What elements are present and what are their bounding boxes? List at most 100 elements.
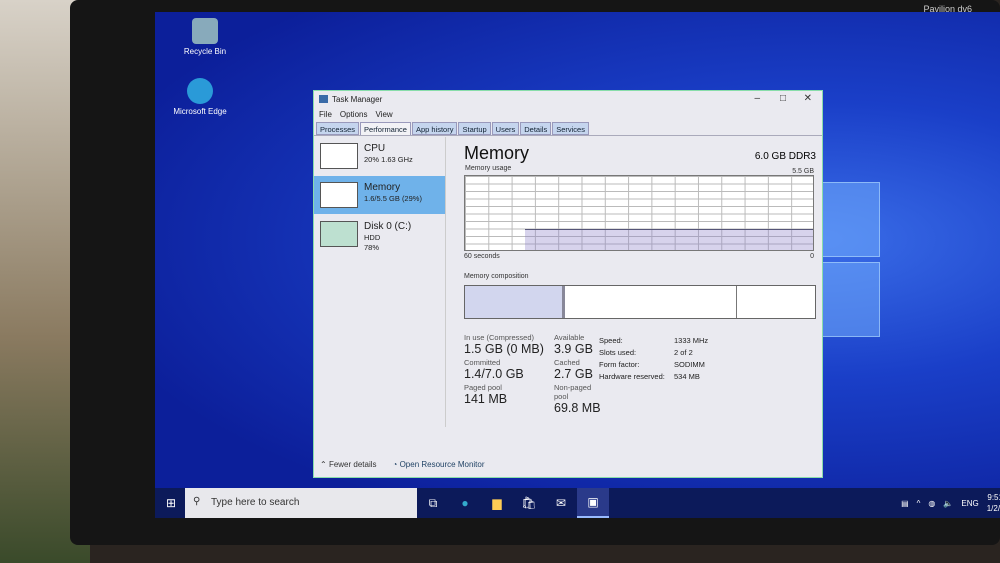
standby-segment bbox=[565, 286, 737, 318]
graph-min: 0 bbox=[810, 253, 814, 260]
window-title: Task Manager bbox=[332, 95, 383, 104]
in-use-segment bbox=[465, 286, 565, 318]
recycle-bin-icon[interactable]: Recycle Bin bbox=[175, 18, 235, 56]
tab-bar: Processes Performance App history Startu… bbox=[314, 122, 822, 136]
tab-app-history[interactable]: App history bbox=[411, 122, 458, 135]
item-name: Memory bbox=[364, 182, 401, 193]
edge-icon[interactable]: Microsoft Edge bbox=[170, 78, 230, 116]
volume-icon[interactable]: 🔈 bbox=[943, 499, 953, 508]
maximize-button[interactable]: □ bbox=[780, 93, 786, 104]
search-box[interactable]: ⚲ Type here to search bbox=[185, 488, 417, 518]
menu-file[interactable]: File bbox=[319, 110, 332, 119]
stat-value: 69.8 MB bbox=[554, 401, 601, 415]
language-indicator[interactable]: ENG bbox=[961, 499, 978, 508]
menu-options[interactable]: Options bbox=[340, 110, 368, 119]
task-manager-taskbar-icon[interactable]: ▣ bbox=[577, 488, 609, 518]
stat-value: 3.9 GB bbox=[554, 342, 593, 356]
prop-value: 2 of 2 bbox=[674, 348, 693, 357]
resource-monitor-label: Open Resource Monitor bbox=[399, 460, 485, 469]
edge-taskbar-icon[interactable]: ● bbox=[449, 488, 481, 518]
mail-icon[interactable]: ✉ bbox=[545, 488, 577, 518]
chevron-up-icon[interactable]: ^ bbox=[917, 499, 921, 508]
sidebar-item-disk[interactable]: Disk 0 (C:) HDD 78% bbox=[314, 215, 445, 253]
start-button[interactable]: ⊞ bbox=[155, 488, 187, 518]
prop-value: 1333 MHz bbox=[674, 336, 709, 345]
tab-processes[interactable]: Processes bbox=[316, 122, 360, 135]
free-segment bbox=[737, 286, 815, 318]
memory-thumbnail-graph bbox=[320, 182, 358, 208]
news-icon[interactable]: ▤ bbox=[901, 499, 909, 508]
prop-value: SODIMM bbox=[674, 360, 705, 369]
stat-value: 1.4/7.0 GB bbox=[464, 367, 524, 381]
minimize-button[interactable]: – bbox=[754, 93, 760, 104]
disk-thumbnail-graph bbox=[320, 221, 358, 247]
prop-label: Slots used: bbox=[599, 348, 637, 357]
tab-details[interactable]: Details bbox=[520, 122, 552, 135]
taskbar: ⊞ ⚲ Type here to search ⧉ ● ▆ 🛍 ✉ ▣ ▤ ^ ◍… bbox=[155, 488, 1000, 518]
search-placeholder: Type here to search bbox=[211, 497, 300, 508]
memory-stats: In use (Compressed) 1.5 GB (0 MB) Availab… bbox=[464, 333, 602, 415]
clock[interactable]: 9:51 PM 1/2/2026 bbox=[987, 492, 1000, 514]
menu-bar: File Options View bbox=[314, 107, 822, 122]
tab-users[interactable]: Users bbox=[491, 122, 520, 135]
icon-label: Microsoft Edge bbox=[173, 107, 227, 116]
fewer-details-label: Fewer details bbox=[328, 460, 377, 469]
prop-label: Form factor: bbox=[599, 360, 640, 369]
file-explorer-icon[interactable]: ▆ bbox=[481, 488, 513, 518]
stat-label: Non-paged pool bbox=[554, 383, 592, 401]
task-manager-window: Task Manager – □ ✕ File Options View Pro… bbox=[313, 90, 823, 478]
item-name: Disk 0 (C:) bbox=[364, 221, 412, 232]
stat-label: Paged pool bbox=[464, 383, 502, 392]
close-button[interactable]: ✕ bbox=[804, 93, 812, 104]
sidebar-item-cpu[interactable]: CPU 20% 1.63 GHz bbox=[314, 137, 445, 175]
item-detail: 20% 1.63 GHz bbox=[364, 155, 413, 164]
store-icon[interactable]: 🛍 bbox=[513, 488, 545, 518]
stat-in-use: In use (Compressed) 1.5 GB (0 MB) bbox=[464, 333, 554, 356]
stat-available: Available 3.9 GB bbox=[554, 333, 602, 356]
memory-properties: Speed: 1333 MHz Slots used: 2 of 2 Form fa… bbox=[599, 336, 734, 381]
prop-value: 534 MB bbox=[674, 372, 700, 381]
memory-panel: Memory 6.0 GB DDR3 Memory usage 5.5 GB 6… bbox=[464, 143, 816, 415]
memory-usage-graph bbox=[464, 175, 814, 251]
stat-cached: Cached 2.7 GB bbox=[554, 358, 602, 381]
task-manager-icon bbox=[319, 95, 328, 103]
item-detail: HDD bbox=[364, 233, 381, 242]
stat-value: 1.5 GB (0 MB) bbox=[464, 342, 544, 356]
stat-label: Committed bbox=[464, 358, 501, 367]
icon-label: Recycle Bin bbox=[183, 47, 227, 56]
tab-services[interactable]: Services bbox=[552, 122, 589, 135]
time: 9:51 PM bbox=[987, 493, 1000, 502]
tab-performance[interactable]: Performance bbox=[360, 122, 411, 135]
stat-paged-pool: Paged pool 141 MB bbox=[464, 383, 554, 415]
system-tray: ▤ ^ ◍ 🔈 ENG 9:51 PM1/2/2026 🗨 bbox=[901, 488, 1000, 518]
item-detail: 1.6/5.5 GB (29%) bbox=[364, 194, 422, 203]
stat-value: 141 MB bbox=[464, 392, 508, 406]
search-icon: ⚲ bbox=[193, 496, 201, 507]
desktop: Recycle Bin Microsoft Edge Task Manager … bbox=[155, 12, 1000, 518]
resource-sidebar: CPU 20% 1.63 GHz Memory 1.6/5.5 GB (29%) D… bbox=[314, 137, 446, 427]
usage-label: Memory usage bbox=[465, 165, 512, 172]
graph-time: 60 seconds bbox=[464, 253, 500, 260]
windows-logo-wallpaper bbox=[820, 182, 880, 342]
stat-label: In use (Compressed) bbox=[464, 333, 535, 342]
footer: ⌃ Fewer details ◔ Open Resource Monitor bbox=[320, 460, 485, 469]
usage-fill bbox=[525, 228, 813, 250]
memory-spec: 6.0 GB DDR3 bbox=[754, 151, 816, 162]
fewer-details-button[interactable]: ⌃ Fewer details bbox=[320, 460, 377, 469]
stat-label: Available bbox=[554, 333, 585, 342]
title-bar: Task Manager – □ ✕ bbox=[314, 91, 822, 107]
stat-non-paged-pool: Non-paged pool 69.8 MB bbox=[554, 383, 602, 415]
menu-view[interactable]: View bbox=[375, 110, 392, 119]
cpu-thumbnail-graph bbox=[320, 143, 358, 169]
tab-startup[interactable]: Startup bbox=[458, 122, 491, 135]
network-icon[interactable]: ◍ bbox=[928, 499, 935, 508]
prop-label: Hardware reserved: bbox=[599, 372, 665, 381]
laptop-bezel: Pavilion dv6 Recycle Bin Microsoft Edge … bbox=[70, 0, 1000, 545]
graph-max: 5.5 GB bbox=[792, 168, 814, 175]
memory-composition-bar bbox=[464, 285, 816, 319]
open-resource-monitor-link[interactable]: ◔ Open Resource Monitor bbox=[393, 460, 485, 469]
task-view-icon[interactable]: ⧉ bbox=[417, 488, 449, 518]
item-detail: 78% bbox=[364, 243, 380, 252]
stat-committed: Committed 1.4/7.0 GB bbox=[464, 358, 554, 381]
sidebar-item-memory[interactable]: Memory 1.6/5.5 GB (29%) bbox=[314, 176, 445, 214]
